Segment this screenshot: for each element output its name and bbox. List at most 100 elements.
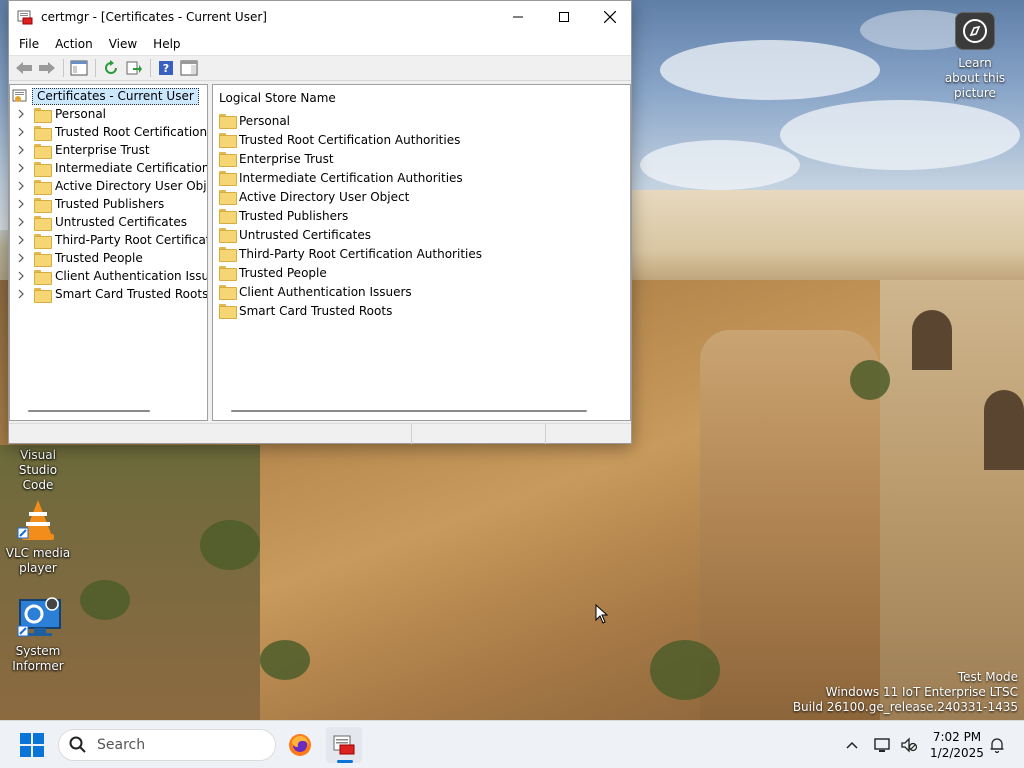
expand-chevron-icon[interactable] <box>14 141 28 159</box>
refresh-button[interactable] <box>100 57 122 79</box>
folder-icon <box>219 266 237 281</box>
help-button[interactable]: ? <box>155 57 177 79</box>
tree-node[interactable]: Personal <box>14 105 106 123</box>
list-item[interactable]: Third-Party Root Certification Authoriti… <box>219 244 482 263</box>
list-item[interactable]: Trusted Publishers <box>219 206 348 225</box>
list-item-label: Smart Card Trusted Roots <box>239 303 393 318</box>
folder-icon <box>34 269 52 285</box>
maximize-icon <box>559 12 569 22</box>
start-button[interactable] <box>20 733 44 757</box>
show-hide-action-pane-button[interactable] <box>178 57 200 79</box>
expand-chevron-icon[interactable] <box>14 105 28 123</box>
running-app-indicator <box>337 760 353 763</box>
tree-node[interactable]: Trusted Root Certification Au <box>14 123 207 141</box>
test-mode-watermark: Test Mode Windows 11 IoT Enterprise LTSC… <box>793 670 1018 715</box>
list-item[interactable]: Trusted People <box>219 263 327 282</box>
tree-root-node[interactable]: Certificates - Current User <box>12 87 199 105</box>
toolbar-separator <box>95 59 96 77</box>
tree-node[interactable]: Trusted Publishers <box>14 195 164 213</box>
export-list-button[interactable] <box>123 57 145 79</box>
desktop-icon-vscode[interactable]: Visual Studio Code <box>2 448 74 493</box>
menu-bar: File Action View Help <box>9 33 631 55</box>
menu-help[interactable]: Help <box>145 37 188 51</box>
tree-node[interactable]: Untrusted Certificates <box>14 213 187 231</box>
list-horizontal-scrollbar[interactable] <box>231 410 587 412</box>
search-icon <box>69 736 86 753</box>
list-item[interactable]: Intermediate Certification Authorities <box>219 168 463 187</box>
tree-node-label: Trusted Publishers <box>55 197 165 211</box>
expand-chevron-icon[interactable] <box>14 249 28 267</box>
list-item[interactable]: Enterprise Trust <box>219 149 334 168</box>
list-item[interactable]: Client Authentication Issuers <box>219 282 412 301</box>
list-item-label: Active Directory User Object <box>239 189 410 204</box>
console-tree: Certificates - Current User Personal Trus… <box>9 84 208 421</box>
tree-node[interactable]: Client Authentication Issuers <box>14 267 207 285</box>
list-item-label: Untrusted Certificates <box>239 227 371 242</box>
column-header-logical-store-name[interactable]: Logical Store Name <box>219 91 336 105</box>
tree-node[interactable]: Third-Party Root Certificatior <box>14 231 207 249</box>
expand-chevron-icon[interactable] <box>14 267 28 285</box>
expand-chevron-icon[interactable] <box>14 285 28 303</box>
network-button[interactable] <box>872 721 894 768</box>
expand-chevron-icon[interactable] <box>14 177 28 195</box>
maximize-button[interactable] <box>541 1 587 33</box>
volume-muted-icon <box>901 737 918 753</box>
show-hide-console-tree-button[interactable] <box>68 57 90 79</box>
folder-icon <box>34 125 52 141</box>
desktop-icon-system-informer[interactable]: System Informer <box>2 596 74 674</box>
volume-button[interactable] <box>898 721 920 768</box>
tree-horizontal-scrollbar[interactable] <box>28 410 150 412</box>
forward-button[interactable] <box>36 57 58 79</box>
list-item[interactable]: Personal <box>219 111 290 130</box>
list-item[interactable]: Trusted Root Certification Authorities <box>219 130 460 149</box>
folder-icon <box>219 304 237 319</box>
menu-view[interactable]: View <box>101 37 145 51</box>
taskbar-certmgr[interactable] <box>326 727 362 763</box>
expand-chevron-icon[interactable] <box>14 213 28 231</box>
title-bar[interactable]: certmgr - [Certificates - Current User] <box>9 1 631 33</box>
tree-node[interactable]: Smart Card Trusted Roots <box>14 285 208 303</box>
system-informer-icon <box>16 596 61 640</box>
menu-action[interactable]: Action <box>47 37 101 51</box>
minimize-button[interactable] <box>495 1 541 33</box>
desktop-icon-label: VLC media player <box>5 546 71 575</box>
taskbar-search-box[interactable]: Search <box>58 729 276 761</box>
menu-file[interactable]: File <box>11 37 47 51</box>
show-hidden-icons-button[interactable] <box>842 721 862 768</box>
window-title: certmgr - [Certificates - Current User] <box>41 10 267 24</box>
toolbar-separator <box>150 59 151 77</box>
tree-node-label: Smart Card Trusted Roots <box>55 287 208 301</box>
learn-about-picture[interactable]: Learn about this picture <box>940 12 1010 101</box>
expand-chevron-icon[interactable] <box>14 159 28 177</box>
status-segment <box>545 424 631 444</box>
taskbar-clock[interactable]: 7:02 PM 1/2/2025 <box>928 729 986 761</box>
minimize-icon <box>513 16 523 18</box>
folder-icon <box>34 233 52 249</box>
status-bar <box>9 423 631 444</box>
desktop-icon-vlc[interactable]: VLC media player <box>2 498 74 576</box>
notifications-button[interactable] <box>986 721 1008 768</box>
taskbar-firefox[interactable] <box>282 727 318 763</box>
list-item[interactable]: Active Directory User Object <box>219 187 409 206</box>
list-item-label: Trusted Publishers <box>239 208 349 223</box>
folder-icon <box>34 143 52 159</box>
close-button[interactable] <box>587 1 633 33</box>
tree-node[interactable]: Intermediate Certification Au <box>14 159 207 177</box>
list-item-label: Third-Party Root Certification Authoriti… <box>239 246 482 261</box>
list-item[interactable]: Untrusted Certificates <box>219 225 371 244</box>
tree-node[interactable]: Active Directory User Object <box>14 177 207 195</box>
tree-node[interactable]: Trusted People <box>14 249 143 267</box>
folder-icon <box>34 287 52 303</box>
expand-chevron-icon[interactable] <box>14 123 28 141</box>
console-tree-icon <box>70 60 88 76</box>
desktop-icon-label: System Informer <box>12 644 64 673</box>
export-icon <box>126 61 142 75</box>
folder-icon <box>34 251 52 267</box>
folder-icon <box>34 197 52 213</box>
expand-chevron-icon[interactable] <box>14 231 28 249</box>
tree-node[interactable]: Enterprise Trust <box>14 141 150 159</box>
svg-text:?: ? <box>163 62 169 75</box>
back-button[interactable] <box>13 57 35 79</box>
list-item[interactable]: Smart Card Trusted Roots <box>219 301 392 320</box>
expand-chevron-icon[interactable] <box>14 195 28 213</box>
